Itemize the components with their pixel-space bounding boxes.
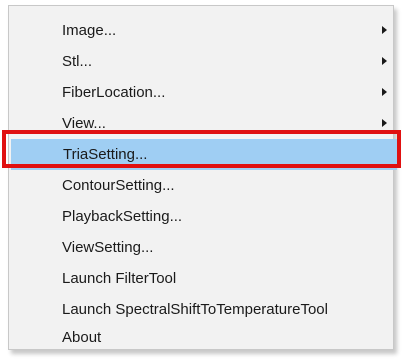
menu-item-fiberlocation[interactable]: FiberLocation...	[10, 77, 392, 108]
menu-item-contoursetting[interactable]: ContourSetting...	[10, 170, 392, 201]
chevron-right-icon	[382, 26, 387, 34]
menu-item-playbacksetting[interactable]: PlaybackSetting...	[10, 201, 392, 232]
menu-item-launch-filtertool[interactable]: Launch FilterTool	[10, 263, 392, 294]
menu-item-view[interactable]: View...	[10, 108, 392, 139]
menu-item-label: TriaSetting...	[63, 146, 148, 163]
menu-item-label: View...	[62, 115, 106, 132]
menu-item-label: ContourSetting...	[62, 177, 175, 194]
context-menu: Image... Stl... FiberLocation... View...…	[8, 5, 397, 350]
menu-item-image[interactable]: Image...	[10, 15, 392, 46]
menu-item-label: Launch SpectralShiftToTemperatureTool	[62, 301, 328, 318]
chevron-right-icon	[382, 119, 387, 127]
menu-item-about[interactable]: About	[10, 325, 392, 349]
menu-item-label: Launch FilterTool	[62, 270, 177, 287]
chevron-right-icon	[382, 57, 387, 65]
menu-item-triasetting[interactable]: TriaSetting...	[11, 139, 397, 170]
menu-item-launch-spectralshift-tool[interactable]: Launch SpectralShiftToTemperatureTool	[10, 294, 392, 325]
menu-item-viewsetting[interactable]: ViewSetting...	[10, 232, 392, 263]
menu-item-stl[interactable]: Stl...	[10, 46, 392, 77]
menu-item-label: PlaybackSetting...	[62, 208, 183, 225]
chevron-right-icon	[382, 88, 387, 96]
menu-item-label: About	[62, 328, 102, 346]
menu-item-label: ViewSetting...	[62, 239, 154, 256]
menu-item-label: FiberLocation...	[62, 84, 166, 101]
menu-item-label: Image...	[62, 22, 117, 39]
menu-item-label: Stl...	[62, 53, 93, 70]
